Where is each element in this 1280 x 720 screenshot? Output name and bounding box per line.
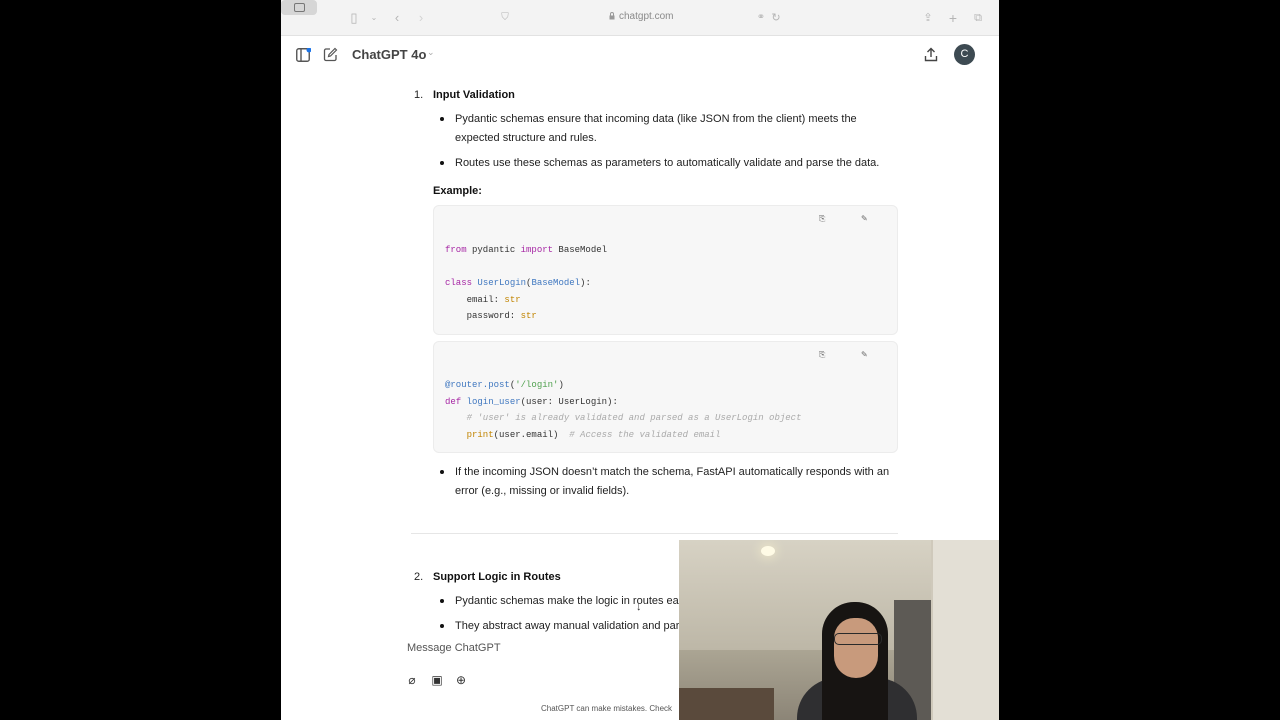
- copy-icon: ⎘: [819, 350, 826, 359]
- copy-button[interactable]: ⎘: [819, 214, 825, 224]
- edit-icon: ✎: [861, 214, 868, 223]
- chevron-down-icon[interactable]: ⌄: [427, 47, 435, 58]
- tools-icon[interactable]: ▣: [430, 673, 444, 687]
- copy-button[interactable]: ⎘: [819, 350, 825, 360]
- code-text: from pydantic import BaseModel class Use…: [445, 245, 608, 321]
- disclaimer-text: ChatGPT can make mistakes. Check: [541, 704, 673, 713]
- edit-icon: ✎: [861, 350, 868, 359]
- globe-icon[interactable]: ⊕: [454, 673, 468, 687]
- chevron-down-icon[interactable]: ⌄: [369, 9, 379, 27]
- copy-icon: ⎘: [819, 214, 826, 223]
- bullet-icon: [440, 117, 444, 121]
- new-tab-icon[interactable]: +: [946, 9, 960, 27]
- scroll-down-icon[interactable]: ↓: [636, 601, 642, 613]
- attach-icon[interactable]: ⌀: [405, 673, 419, 687]
- browser-toolbar: ▯ ⌄ ‹ › ⛉ chatgpt.com ⚭ ↻ ⇪ + ⧉: [281, 0, 999, 36]
- list-item: Pydantic schemas ensure that incoming da…: [455, 113, 857, 144]
- list-item: Routes use these schemas as parameters t…: [455, 157, 880, 169]
- edit-button[interactable]: ✎: [861, 214, 868, 223]
- model-selector[interactable]: ChatGPT 4o: [352, 47, 426, 62]
- code-block: ⎘ ✎ from pydantic import BaseModel class…: [433, 205, 898, 335]
- code-block: ⎘ ✎ @router.post('/login') def login_use…: [433, 341, 898, 453]
- translate-icon[interactable]: ⚭: [753, 9, 769, 27]
- bullet-icon: [440, 599, 444, 603]
- code-text: @router.post('/login') def login_user(us…: [445, 380, 802, 440]
- message-input[interactable]: [407, 642, 677, 654]
- lock-icon: [609, 12, 615, 20]
- share-icon[interactable]: ⇪: [921, 9, 935, 27]
- sidebar-toggle-icon[interactable]: ▯: [347, 9, 361, 27]
- tab-overview-button[interactable]: [281, 0, 317, 15]
- list-number: 1.: [414, 89, 424, 101]
- reload-icon[interactable]: ↻: [769, 9, 783, 27]
- back-icon[interactable]: ‹: [391, 9, 403, 27]
- list-number: 2.: [414, 571, 424, 583]
- bullet-icon: [440, 470, 444, 474]
- example-label: Example:: [433, 185, 482, 197]
- sidebar-icon[interactable]: [296, 48, 311, 62]
- bullet-icon: [440, 624, 444, 628]
- section-title: Support Logic in Routes: [433, 571, 561, 583]
- address-bar[interactable]: chatgpt.com: [619, 11, 673, 22]
- chat-header: ChatGPT 4o ⌄ C: [281, 37, 999, 73]
- avatar[interactable]: C: [954, 44, 975, 65]
- new-chat-icon[interactable]: [323, 47, 338, 62]
- forward-icon[interactable]: ›: [415, 9, 427, 27]
- share-icon[interactable]: [924, 47, 938, 62]
- list-item: If the incoming JSON doesn’t match the s…: [455, 466, 890, 497]
- tabs-icon[interactable]: ⧉: [971, 9, 985, 27]
- bullet-icon: [440, 161, 444, 165]
- edit-button[interactable]: ✎: [861, 350, 868, 359]
- section-title: Input Validation: [433, 89, 515, 101]
- webcam-video: [679, 540, 999, 720]
- privacy-icon[interactable]: ⛉: [499, 9, 511, 27]
- divider: [411, 533, 898, 534]
